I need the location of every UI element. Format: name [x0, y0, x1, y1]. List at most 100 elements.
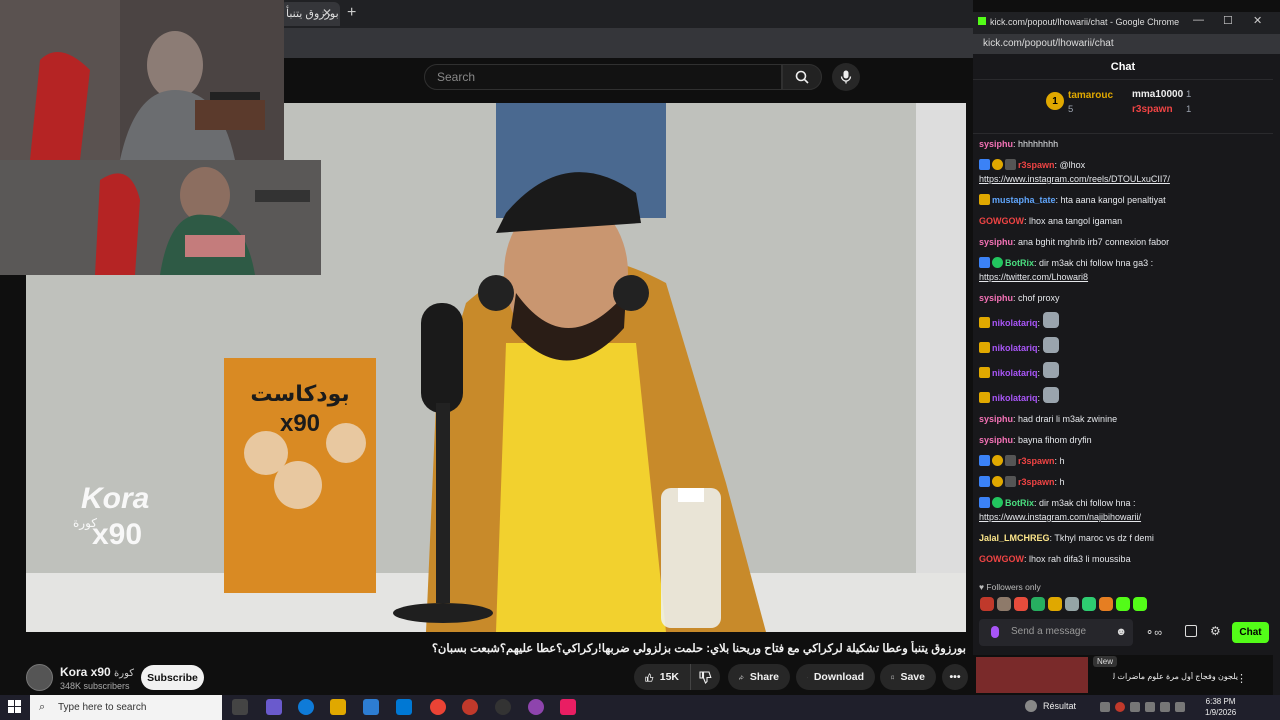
sub-badge-icon — [979, 497, 990, 508]
chat-username[interactable]: BotRix — [1005, 258, 1034, 268]
emote-icon[interactable] — [1031, 597, 1045, 611]
emote-icon[interactable] — [1116, 597, 1130, 611]
emote-icon[interactable] — [1082, 597, 1096, 611]
infinity-icon[interactable]: ⚬∞ — [1145, 626, 1162, 639]
dark-badge-icon — [1005, 476, 1016, 487]
chat-link[interactable]: https://www.instagram.com/reels/DTOULxuC… — [979, 174, 1170, 184]
search-button[interactable] — [782, 64, 822, 90]
taskbar-clock[interactable]: 6:38 PM 1/9/2026 — [1205, 696, 1236, 718]
chat-username[interactable]: sysiphu — [979, 293, 1013, 303]
channel-name[interactable]: Kora x90 كورة — [60, 665, 134, 679]
maximize-icon[interactable]: ☐ — [1223, 14, 1233, 27]
chat-username[interactable]: GOWGOW — [979, 216, 1024, 226]
save-button[interactable]: Save — [880, 664, 936, 690]
like-button[interactable]: 15K — [634, 664, 690, 690]
emote-icon[interactable] — [1048, 597, 1062, 611]
gifter-name[interactable]: mma10000 — [1132, 89, 1183, 100]
chat-username[interactable]: sysiphu — [979, 435, 1013, 445]
dislike-button[interactable] — [690, 664, 720, 690]
copilot-icon[interactable] — [266, 699, 282, 715]
chat-message-text: dir m3ak chi follow hna ga3 : — [1039, 258, 1154, 268]
emote-icon[interactable] — [980, 597, 994, 611]
settings-gear-icon[interactable]: ⚙ — [1210, 624, 1221, 638]
chat-username[interactable]: nikolatariq — [992, 368, 1038, 378]
chat-message: r3spawn: h — [979, 475, 1269, 489]
recommended-title[interactable]: يلجون وفجاج أول مرة علوم ماضرات لحريكة — [1113, 672, 1238, 681]
edge-icon[interactable] — [298, 699, 314, 715]
chat-link[interactable]: https://www.instagram.com/najibihowarii/ — [979, 512, 1141, 522]
gift-icon[interactable] — [1185, 625, 1197, 637]
chat-url: kick.com/popout/lhowarii/chat — [983, 38, 1114, 49]
voice-search-button[interactable] — [832, 63, 860, 91]
gifter-name[interactable]: r3spawn — [1132, 104, 1173, 115]
chat-input-placeholder: Send a message — [1011, 626, 1087, 637]
new-tab-icon[interactable]: + — [347, 4, 356, 22]
more-actions-button[interactable]: ••• — [942, 664, 968, 690]
chat-username[interactable]: mustapha_tate — [992, 195, 1056, 205]
bot-badge-icon — [992, 497, 1003, 508]
chat-username[interactable]: nikolatariq — [992, 343, 1038, 353]
system-tray[interactable] — [1100, 702, 1195, 712]
channel-avatar[interactable] — [26, 664, 53, 691]
chat-username[interactable]: Jalal_LMCHREG — [979, 533, 1050, 543]
headphones — [478, 275, 514, 311]
chat-send-button[interactable]: Chat — [1232, 622, 1269, 643]
close-window-icon[interactable]: ✕ — [1253, 14, 1262, 27]
chat-message: r3spawn: @lhox https://www.instagram.com/… — [979, 159, 1170, 184]
emote-icon[interactable] — [1133, 597, 1147, 611]
chat-username[interactable]: sysiphu — [979, 414, 1013, 424]
crown-badge-icon — [979, 194, 990, 205]
chrome-icon[interactable] — [430, 699, 446, 715]
crown-badge-icon — [979, 367, 990, 378]
app-icon[interactable] — [462, 699, 478, 715]
close-tab-icon[interactable]: ✕ — [322, 6, 332, 20]
chat-message: BotRix: dir m3ak chi follow hna : https:/… — [979, 497, 1142, 522]
emote-icon — [1042, 362, 1059, 378]
chat-message: BotRix: dir m3ak chi follow hna ga3 : htt… — [979, 257, 1154, 282]
task-view-icon[interactable] — [232, 699, 248, 715]
store-icon[interactable] — [363, 699, 379, 715]
minimize-icon[interactable]: — — [1193, 14, 1204, 26]
one-badge-icon — [992, 159, 1003, 170]
obs-icon[interactable] — [495, 699, 511, 715]
emote-icon[interactable] — [1099, 597, 1113, 611]
download-button[interactable]: Download — [796, 664, 875, 690]
chat-message: sysiphu: ana bghit mghrib irb7 connexion… — [979, 237, 1170, 247]
chat-username[interactable]: GOWGOW — [979, 554, 1024, 564]
messenger-icon[interactable] — [528, 699, 544, 715]
chat-username[interactable]: r3spawn — [1018, 477, 1055, 487]
recommended-thumbnail[interactable] — [976, 657, 1088, 693]
more-vert-icon[interactable]: ⋮ — [1236, 672, 1247, 685]
search-input[interactable]: Search — [424, 64, 782, 90]
taskbar-search-input[interactable]: ⌕ Type here to search — [30, 695, 222, 720]
emote-icon — [1042, 387, 1059, 403]
chat-username[interactable]: nikolatariq — [992, 393, 1038, 403]
watermark-x90: x90 — [92, 518, 142, 551]
chat-username[interactable]: r3spawn — [1018, 456, 1055, 466]
emote-icon[interactable] — [1014, 597, 1028, 611]
chat-username[interactable]: nikolatariq — [992, 318, 1038, 328]
chat-username[interactable]: r3spawn — [1018, 160, 1055, 170]
taskbar-result-label[interactable]: Résultat — [1043, 701, 1076, 711]
rank-badge: 1 — [1046, 92, 1064, 110]
windows-start-icon[interactable] — [8, 700, 21, 713]
kick-logo-icon — [978, 17, 986, 25]
chat-username[interactable]: sysiphu — [979, 237, 1013, 247]
emote-icon[interactable] — [1065, 597, 1079, 611]
emote-picker-icon[interactable] — [991, 626, 999, 638]
chat-url-bar[interactable]: kick.com/popout/lhowarii/chat — [973, 34, 1280, 54]
smiley-icon[interactable]: ☻ — [1115, 626, 1127, 638]
app-icon[interactable] — [560, 699, 576, 715]
chat-message-input[interactable]: Send a message ☻ — [979, 619, 1133, 646]
subscribe-button[interactable]: Subscribe — [141, 665, 204, 690]
chat-username[interactable]: sysiphu — [979, 139, 1013, 149]
chat-username[interactable]: BotRix — [1005, 498, 1034, 508]
share-button[interactable]: Share — [728, 664, 790, 690]
file-explorer-icon[interactable] — [330, 699, 346, 715]
emote-icon[interactable] — [997, 597, 1011, 611]
chat-link[interactable]: https://twitter.com/Lhowari8 — [979, 272, 1088, 282]
chat-message-text: chof proxy — [1018, 293, 1060, 303]
mail-icon[interactable] — [396, 699, 412, 715]
like-count: 15K — [659, 671, 679, 683]
gifter-name[interactable]: tamarouc — [1068, 90, 1113, 101]
